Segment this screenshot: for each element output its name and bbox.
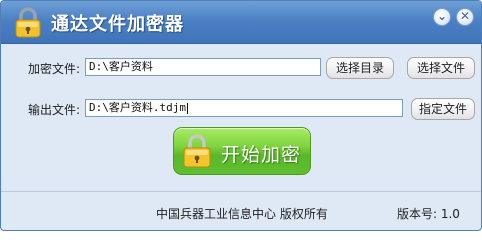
start-encrypt-label: 开始加密 <box>221 144 302 166</box>
output-file-input[interactable]: D:\客户资料.tdjm <box>85 99 403 117</box>
select-directory-button[interactable]: 选择目录 <box>326 57 394 79</box>
select-file-button[interactable]: 选择文件 <box>407 57 475 79</box>
chevron-down-icon: ⌄ <box>436 9 448 23</box>
minimize-button[interactable]: ⌄ <box>433 8 451 26</box>
specify-file-button[interactable]: 指定文件 <box>411 98 475 120</box>
padlock-icon <box>180 133 214 169</box>
window-title: 通达文件加密器 <box>51 14 184 35</box>
text-caret <box>186 102 188 114</box>
footer-divider <box>1 191 481 192</box>
encrypt-file-label: 加密文件: <box>28 62 81 76</box>
app-window: 通达文件加密器 ⌄ ✕ 加密文件: D:\客户资料 选择目录 选择文件 输出文件… <box>0 0 482 231</box>
output-file-label: 输出文件: <box>28 103 81 117</box>
version-text: 版本号: 1.0 <box>397 207 460 221</box>
padlock-icon <box>11 7 45 39</box>
encrypt-file-value: D:\客户资料 <box>89 60 153 73</box>
output-file-value: D:\客户资料.tdjm <box>89 101 186 114</box>
close-button[interactable]: ✕ <box>456 8 474 26</box>
title-bar[interactable]: 通达文件加密器 ⌄ ✕ <box>1 1 481 44</box>
close-icon: ✕ <box>459 9 471 23</box>
encrypt-file-input[interactable]: D:\客户资料 <box>85 58 321 76</box>
copyright-text: 中国兵器工业信息中心 版权所有 <box>156 207 328 221</box>
start-encrypt-button[interactable]: 开始加密 <box>173 127 311 175</box>
